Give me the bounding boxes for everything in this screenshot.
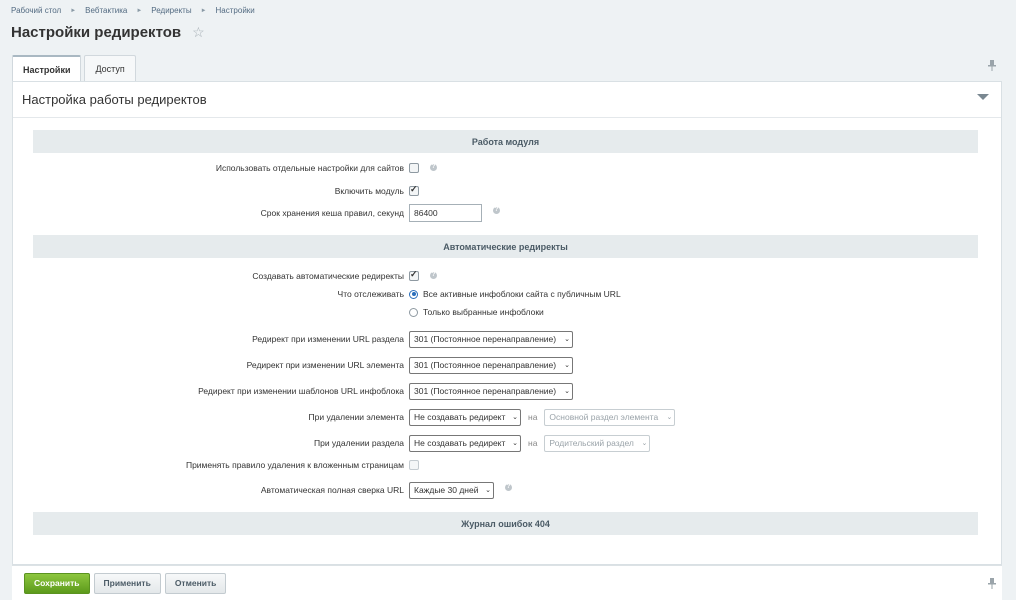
enable-module-checkbox[interactable]: [409, 184, 419, 196]
element-url-label: Редирект при изменении URL элемента: [246, 360, 404, 370]
apply-nested-checkbox[interactable]: [409, 460, 419, 470]
apply-nested-label: Применять правило удаления к вложенным с…: [185, 460, 404, 470]
delete-section-select[interactable]: Не создавать редирект ⌄: [409, 434, 521, 452]
radio-selected-iblocks[interactable]: [409, 307, 418, 317]
row-iblock-templates: Редирект при изменении шаблонов URL инфо…: [33, 382, 978, 400]
iblock-templates-value: 301 (Постоянное перенаправление): [414, 386, 557, 396]
row-delete-section: При удалении раздела Не создавать редире…: [33, 434, 978, 452]
tab-settings[interactable]: Настройки: [12, 55, 82, 82]
breadcrumb-item-settings[interactable]: Настройки: [216, 6, 255, 15]
track-radio-group: Все активные инфоблоки сайта с публичным…: [409, 285, 621, 321]
row-enable-module: Включить модуль: [33, 182, 978, 199]
pin-icon[interactable]: [988, 578, 996, 592]
full-check-select[interactable]: Каждые 30 дней ⌄: [409, 481, 494, 499]
row-element-url: Редирект при изменении URL элемента 301 …: [33, 356, 978, 374]
footer-toolbar: Сохранить Применить Отменить: [12, 565, 1002, 600]
breadcrumb-separator-icon: ►: [200, 7, 207, 14]
row-cache-time: Срок хранения кеша правил, секунд 86400 …: [33, 203, 978, 223]
chevron-down-icon: ⌄: [564, 388, 570, 395]
collapse-icon[interactable]: [977, 94, 989, 100]
section-module: Работа модуля: [33, 130, 978, 153]
breadcrumb-item-webtactic[interactable]: Вебтактика: [85, 6, 127, 15]
chevron-down-icon: ⌄: [512, 414, 518, 421]
row-full-check: Автоматическая полная сверка URL Каждые …: [33, 481, 978, 499]
full-check-label: Автоматическая полная сверка URL: [260, 485, 404, 495]
panel-title: Настройка работы редиректов: [22, 92, 207, 107]
separate-sites-checkbox[interactable]: [409, 162, 419, 173]
page-title: Настройки редиректов ☆: [11, 24, 205, 41]
iblock-templates-select[interactable]: 301 (Постоянное перенаправление) ⌄: [409, 382, 573, 400]
track-option-selected-label: Только выбранные инфоблоки: [423, 307, 544, 317]
enable-module-label: Включить модуль: [334, 185, 404, 196]
row-track: Что отслеживать Все активные инфоблоки с…: [33, 289, 978, 321]
row-separate-sites: Использовать отдельные настройки для сай…: [33, 159, 978, 176]
delete-element-select[interactable]: Не создавать редирект ⌄: [409, 408, 521, 426]
settings-form: Работа модуля Использовать отдельные нас…: [33, 130, 978, 535]
page-title-text: Настройки редиректов: [11, 24, 182, 41]
breadcrumb-separator-icon: ►: [70, 7, 77, 14]
separate-sites-label: Использовать отдельные настройки для сай…: [215, 162, 404, 173]
delete-section-label: При удалении раздела: [313, 438, 404, 448]
breadcrumb: Рабочий стол ► Вебтактика ► Редиректы ► …: [11, 6, 255, 15]
help-icon[interactable]: ?: [505, 484, 512, 491]
element-url-value: 301 (Постоянное перенаправление): [414, 360, 557, 370]
row-delete-element: При удалении элемента Не создавать редир…: [33, 408, 978, 426]
save-button[interactable]: Сохранить: [24, 572, 90, 594]
delete-element-na: на: [528, 412, 538, 422]
iblock-templates-label: Редирект при изменении шаблонов URL инфо…: [198, 386, 404, 396]
track-option-all[interactable]: Все активные инфоблоки сайта с публичным…: [409, 285, 621, 303]
chevron-down-icon: ⌄: [641, 440, 648, 447]
track-option-all-label: Все активные инфоблоки сайта с публичным…: [423, 289, 621, 299]
row-create-auto: Создавать автоматические редиректы ?: [33, 267, 978, 284]
delete-section-target-value: Родительский раздел: [549, 438, 634, 448]
help-icon[interactable]: ?: [430, 272, 437, 279]
breadcrumb-item-desktop[interactable]: Рабочий стол: [11, 6, 61, 15]
track-option-selected[interactable]: Только выбранные инфоблоки: [409, 303, 621, 321]
section-url-select[interactable]: 301 (Постоянное перенаправление) ⌄: [409, 330, 573, 348]
help-icon[interactable]: ?: [430, 164, 437, 171]
delete-section-value: Не создавать редирект: [414, 438, 506, 448]
settings-panel: Настройка работы редиректов Работа модул…: [12, 81, 1002, 565]
tab-bar: Настройки Доступ: [12, 55, 139, 82]
full-check-value: Каждые 30 дней: [414, 485, 479, 495]
section-404-log: Журнал ошибок 404: [33, 512, 978, 535]
radio-all-iblocks[interactable]: [409, 289, 418, 299]
help-icon[interactable]: ?: [493, 207, 500, 214]
delete-element-target-select: Основной раздел элемента ⌄: [544, 408, 676, 426]
delete-section-na: на: [528, 438, 538, 448]
create-auto-label: Создавать автоматические редиректы: [252, 270, 404, 281]
section-url-value: 301 (Постоянное перенаправление): [414, 334, 557, 344]
chevron-down-icon: ⌄: [512, 440, 518, 447]
cancel-button[interactable]: Отменить: [164, 572, 227, 594]
delete-element-label: При удалении элемента: [308, 412, 404, 422]
breadcrumb-separator-icon: ►: [136, 7, 143, 14]
delete-element-value: Не создавать редирект: [414, 412, 506, 422]
delete-element-target-value: Основной раздел элемента: [549, 412, 659, 422]
chevron-down-icon: ⌄: [564, 362, 570, 369]
section-auto-redirects: Автоматические редиректы: [33, 235, 978, 258]
chevron-down-icon: ⌄: [564, 336, 570, 343]
pin-icon[interactable]: [988, 60, 996, 74]
element-url-select[interactable]: 301 (Постоянное перенаправление) ⌄: [409, 356, 573, 374]
row-section-url: Редирект при изменении URL раздела 301 (…: [33, 330, 978, 348]
star-icon[interactable]: ☆: [192, 24, 205, 41]
create-auto-checkbox[interactable]: [409, 269, 419, 281]
breadcrumb-item-redirects[interactable]: Редиректы: [151, 6, 191, 15]
panel-header: Настройка работы редиректов: [13, 82, 1001, 118]
row-apply-nested: Применять правило удаления к вложенным с…: [33, 457, 978, 473]
apply-button[interactable]: Применить: [93, 572, 161, 594]
chevron-down-icon: ⌄: [485, 487, 491, 494]
cache-time-input[interactable]: 86400: [409, 204, 482, 222]
cache-time-label: Срок хранения кеша правил, секунд: [260, 208, 404, 218]
chevron-down-icon: ⌄: [666, 414, 673, 421]
delete-section-target-select: Родительский раздел ⌄: [544, 434, 651, 452]
track-label: Что отслеживать: [337, 289, 404, 299]
section-url-label: Редирект при изменении URL раздела: [252, 334, 404, 344]
tab-access[interactable]: Доступ: [84, 55, 136, 81]
